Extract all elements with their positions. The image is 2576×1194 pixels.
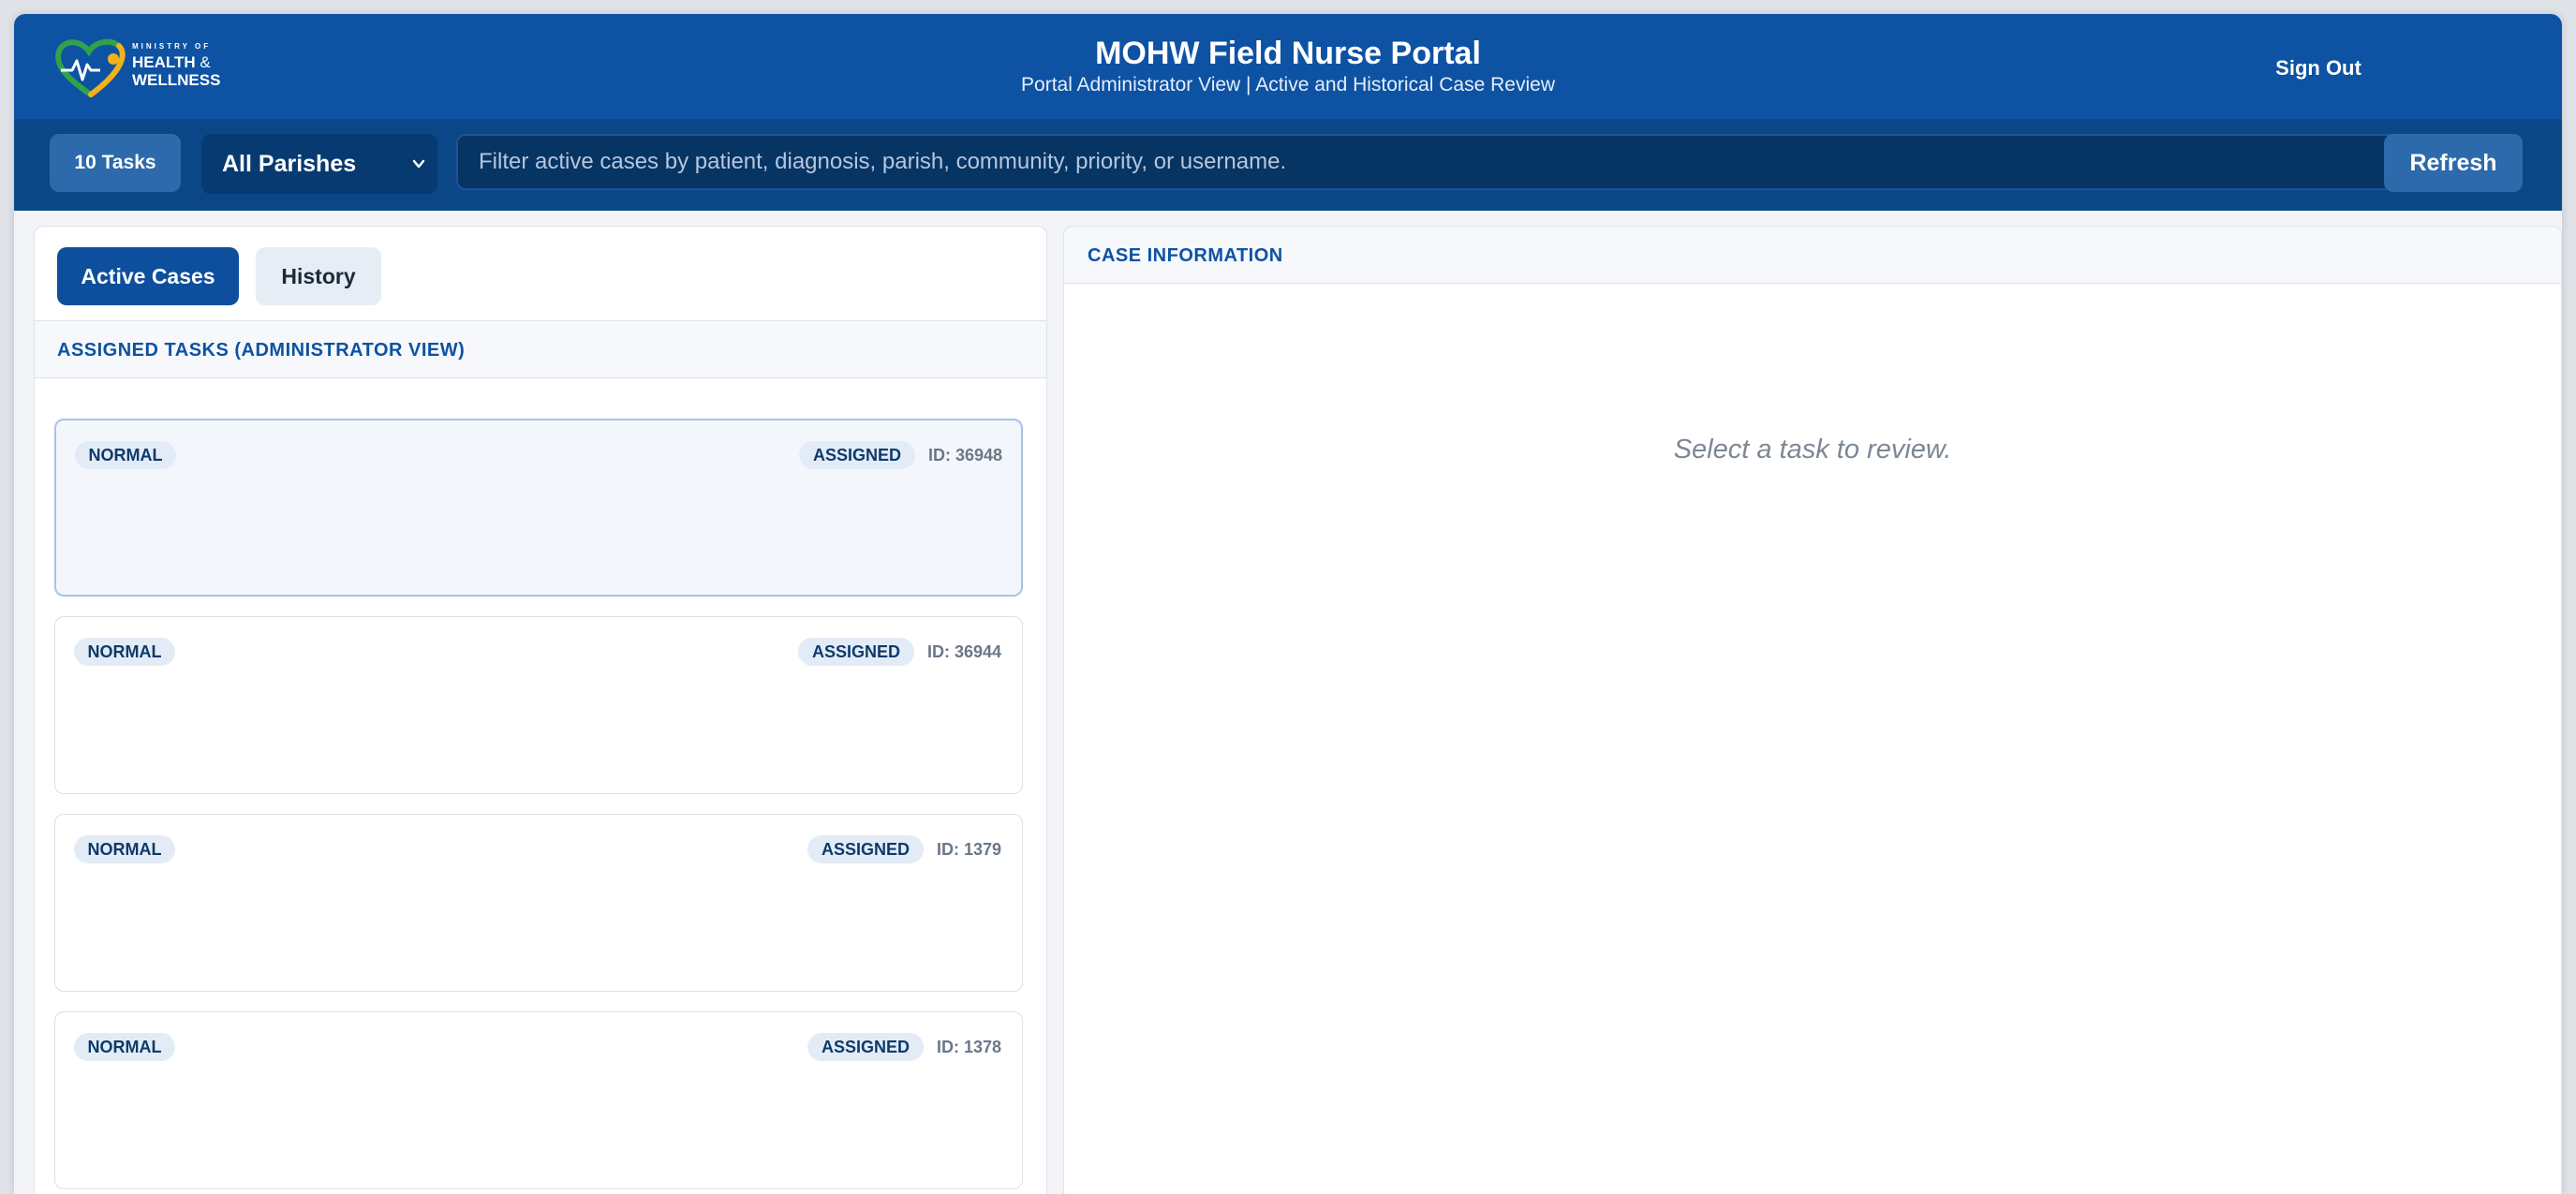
refresh-button[interactable]: Refresh — [2384, 134, 2523, 192]
chevron-down-icon — [412, 159, 425, 169]
filter-toolbar: 10 Tasks All Parishes Refresh — [14, 119, 2562, 211]
task-card[interactable]: NORMAL ASSIGNED ID: 1378 — [54, 1011, 1023, 1189]
task-id: ID: 1379 — [937, 840, 1002, 859]
status-badge: ASSIGNED — [799, 441, 915, 469]
task-list-heading: ASSIGNED TASKS (ADMINISTRATOR VIEW) — [35, 321, 1046, 378]
task-id: ID: 36948 — [928, 446, 1003, 464]
sign-out-button[interactable]: Sign Out — [2262, 52, 2375, 85]
header-title-block: MOHW Field Nurse Portal Portal Administr… — [820, 35, 1756, 98]
page-title: MOHW Field Nurse Portal — [1095, 36, 1481, 71]
logo-health-text: HEALTH & — [132, 53, 211, 71]
parish-select-value: All Parishes — [222, 151, 357, 177]
status-badge: ASSIGNED — [807, 835, 924, 863]
task-card[interactable]: NORMAL ASSIGNED ID: 36944 — [54, 616, 1023, 794]
status-badge: ASSIGNED — [798, 638, 914, 666]
task-id: ID: 1378 — [937, 1038, 1002, 1056]
task-list-panel: Active Cases History ASSIGNED TASKS (ADM… — [34, 226, 1047, 1194]
task-count-badge: 10 Tasks — [50, 134, 181, 192]
task-card[interactable]: ASSIGNED NORMAL ID: 1379 — [54, 814, 1023, 992]
task-list-heading-text: ASSIGNED TASKS (ADMINISTRATOR VIEW) — [57, 340, 466, 361]
tab-active-cases[interactable]: Active Cases — [57, 247, 239, 305]
case-information-heading: CASE INFORMATION — [1064, 227, 2561, 284]
tab-history[interactable]: History — [256, 247, 381, 305]
app-window: MINISTRY OF HEALTH & WELLNESS MOHW Field… — [14, 14, 2562, 1194]
logo-wellness-text: WELLNESS — [132, 71, 221, 89]
logo-ministry-text: MINISTRY OF — [132, 42, 212, 51]
parish-select[interactable]: All Parishes — [201, 134, 437, 194]
case-information-heading-text: CASE INFORMATION — [1088, 245, 1283, 266]
empty-state-message: Select a task to review. — [1673, 435, 1952, 464]
case-tabs: Active Cases History — [35, 227, 1046, 321]
case-information-panel: CASE INFORMATION Select a task to review… — [1063, 226, 2562, 1194]
case-filter-input[interactable] — [456, 134, 2405, 190]
status-badge: ASSIGNED — [807, 1033, 924, 1061]
task-card[interactable]: NORMAL ASSIGNED ID: 36948 — [54, 419, 1023, 597]
page-subtitle: Portal Administrator View | Active and H… — [1021, 74, 1555, 96]
ministry-logo: MINISTRY OF HEALTH & WELLNESS — [53, 37, 241, 102]
priority-badge: NORMAL — [74, 835, 175, 863]
heart-pulse-logo-icon — [55, 38, 126, 97]
task-id: ID: 36944 — [927, 642, 1002, 661]
top-header: MINISTRY OF HEALTH & WELLNESS MOHW Field… — [14, 14, 2562, 119]
priority-badge: NORMAL — [74, 1033, 175, 1061]
priority-badge: NORMAL — [75, 441, 176, 469]
priority-badge: NORMAL — [74, 638, 175, 666]
